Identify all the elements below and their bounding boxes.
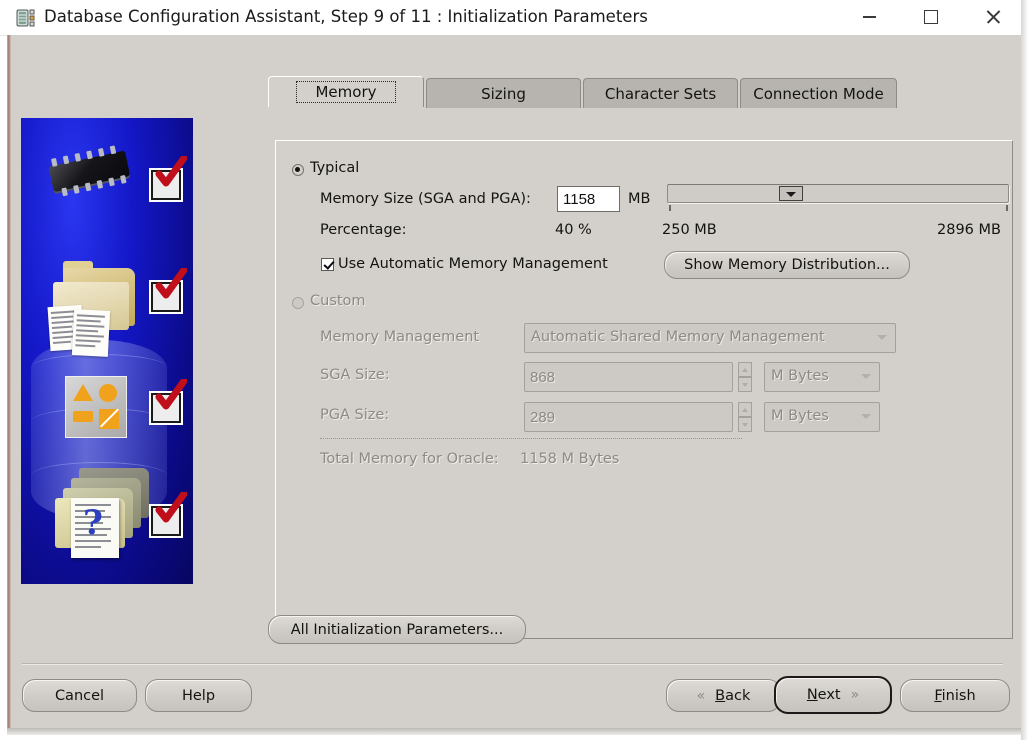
title-bar: Database Configuration Assistant, Step 9… (0, 0, 1028, 36)
wizard-banner-image: ? (21, 118, 193, 584)
maximize-icon (924, 10, 938, 24)
back-button[interactable]: « Back (666, 679, 781, 712)
window-left-edge (7, 35, 11, 728)
radio-typical[interactable] (292, 164, 304, 176)
chevron-down-icon (877, 335, 887, 340)
show-memory-distribution-button[interactable]: Show Memory Distribution... (664, 251, 910, 279)
pga-size-stepper[interactable] (738, 402, 752, 432)
close-icon (986, 10, 1000, 24)
maximize-button[interactable] (908, 0, 954, 34)
memory-size-input[interactable] (557, 186, 620, 212)
label-memory-size: Memory Size (SGA and PGA): (320, 191, 531, 207)
checkbox-auto-memory-management[interactable] (321, 258, 334, 271)
chevron-right-icon: » (850, 687, 860, 703)
tab-sizing[interactable]: Sizing (426, 78, 581, 108)
slider-tick-max (1006, 205, 1008, 211)
next-label: ext (817, 687, 841, 703)
label-auto-memory-management: Use Automatic Memory Management (338, 256, 608, 272)
value-total-memory: 1158 M Bytes (520, 451, 620, 467)
slider-max-label: 2896 MB (937, 222, 1001, 238)
sga-size-stepper[interactable] (738, 362, 752, 392)
back-mnemonic: B (715, 687, 726, 704)
pga-unit-select[interactable]: M Bytes (764, 402, 880, 432)
slider-min-label: 250 MB (662, 222, 717, 238)
window-right-edge (1021, 0, 1028, 740)
finish-label: inish (941, 687, 976, 704)
red-check-icon (155, 156, 187, 187)
label-sga-size: SGA Size: (320, 367, 390, 383)
sga-size-input[interactable] (524, 362, 733, 392)
next-mnemonic: N (806, 687, 818, 703)
chevron-down-icon (861, 414, 871, 419)
label-total-memory: Total Memory for Oracle: (320, 451, 499, 467)
red-check-icon (155, 379, 187, 410)
memory-management-value: Automatic Shared Memory Management (531, 329, 825, 345)
value-percentage: 40 % (555, 222, 592, 238)
pga-size-input[interactable] (524, 402, 733, 432)
chevron-left-icon: « (696, 687, 706, 704)
chevron-down-icon (861, 374, 871, 379)
tab-connection-mode[interactable]: Connection Mode (740, 78, 897, 108)
slider-tick-min (669, 205, 671, 211)
next-button[interactable]: Next » (774, 676, 892, 714)
cancel-button[interactable]: Cancel (22, 679, 137, 712)
minimize-icon (862, 16, 876, 18)
pga-unit-value: M Bytes (771, 408, 829, 424)
red-check-icon (155, 492, 187, 523)
folder-documents-icon (45, 261, 149, 362)
memory-management-select[interactable]: Automatic Shared Memory Management (524, 323, 896, 353)
tab-character-sets[interactable]: Character Sets (583, 78, 738, 108)
window-title: Database Configuration Assistant, Step 9… (44, 7, 648, 26)
tab-memory[interactable]: Memory (268, 76, 424, 107)
red-check-icon (155, 268, 187, 299)
all-initialization-parameters-button[interactable]: All Initialization Parameters... (268, 615, 526, 644)
help-button[interactable]: Help (145, 679, 252, 712)
total-memory-separator (320, 438, 742, 439)
database-icon (16, 8, 36, 28)
label-memory-management: Memory Management (320, 329, 480, 345)
sga-unit-select[interactable]: M Bytes (764, 362, 880, 392)
label-typical: Typical (310, 160, 360, 176)
dca-window: Database Configuration Assistant, Step 9… (0, 0, 1028, 740)
minimize-button[interactable] (846, 0, 892, 34)
back-label: ack (725, 687, 751, 704)
finish-mnemonic: F (934, 687, 942, 704)
label-pga-size: PGA Size: (320, 407, 390, 423)
chip-icon (42, 145, 140, 203)
memory-size-slider[interactable] (667, 184, 1009, 203)
shapes-panel-icon (65, 376, 127, 438)
slider-thumb[interactable] (779, 186, 803, 201)
memory-tab-panel: Typical Memory Size (SGA and PGA): MB Pe… (275, 140, 1013, 639)
radio-custom[interactable] (292, 297, 304, 309)
close-button[interactable] (970, 0, 1016, 34)
window-bottom-edge (7, 728, 1021, 735)
dialog-body: ? Memory Sizing Character Sets Connectio… (7, 35, 1021, 728)
footer-divider (22, 663, 1003, 664)
folder-stack-question-icon: ? (43, 466, 151, 566)
label-percentage: Percentage: (320, 222, 407, 238)
sga-unit-value: M Bytes (771, 368, 829, 384)
label-custom: Custom (310, 293, 366, 309)
finish-button[interactable]: Finish (900, 679, 1010, 712)
label-memory-size-unit: MB (628, 191, 651, 207)
